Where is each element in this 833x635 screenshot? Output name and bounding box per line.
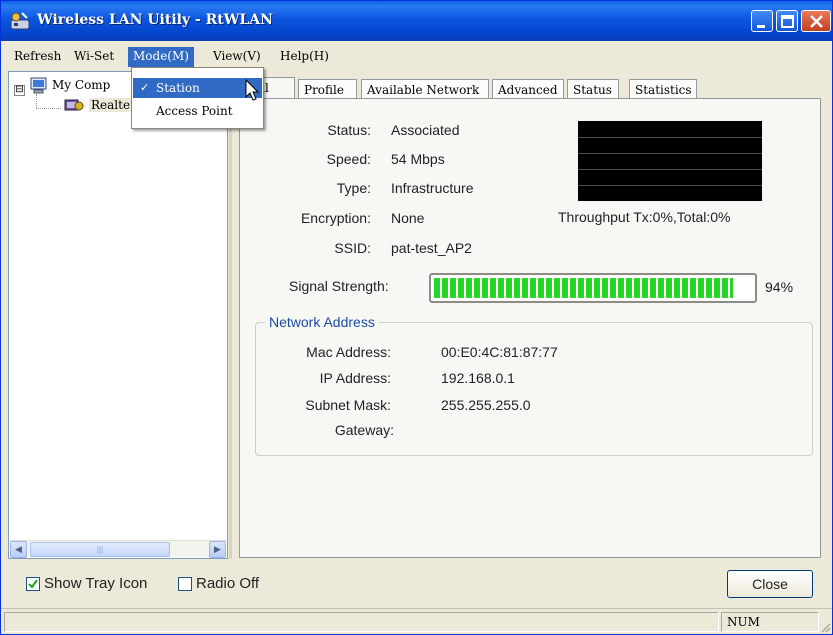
tree-node-my-computer[interactable]: My Comp xyxy=(52,78,110,92)
tab-available-network[interactable]: Available Network xyxy=(361,79,489,100)
mac-address-label: Mac Address: xyxy=(306,344,391,360)
ssid-value: pat-test_AP2 xyxy=(391,240,472,256)
throughput-caption: Throughput Tx:0%,Total:0% xyxy=(558,209,731,225)
title-bar[interactable]: Wireless LAN Uitily - RtWLAN xyxy=(1,1,832,41)
show-tray-icon-label[interactable]: Show Tray Icon xyxy=(44,575,147,592)
pane-splitter[interactable] xyxy=(229,71,232,559)
ssid-label: SSID: xyxy=(334,240,371,256)
check-icon: ✓ xyxy=(140,81,150,94)
tab-status[interactable]: Status xyxy=(567,79,619,100)
menu-item-station-label: Station xyxy=(156,81,200,95)
resize-grip-icon[interactable] xyxy=(819,621,831,633)
status-label: Status: xyxy=(327,122,371,138)
radio-off-label[interactable]: Radio Off xyxy=(196,575,259,592)
status-pane-main xyxy=(4,612,719,632)
network-adapter-icon xyxy=(64,99,84,111)
menu-item-station[interactable]: ✓ Station xyxy=(133,78,262,98)
close-window-button[interactable] xyxy=(801,10,831,32)
graph-gridline xyxy=(578,169,762,170)
main-window: Wireless LAN Uitily - RtWLAN Refresh Wi-… xyxy=(0,0,833,635)
menu-bar: Refresh Wi-Set Mode(M) View(V) Help(H) xyxy=(1,43,832,68)
graph-gridline xyxy=(578,137,762,138)
tree-connector-line xyxy=(36,108,61,109)
network-address-legend: Network Address xyxy=(265,314,379,330)
tree-expander-icon[interactable]: ⊟ xyxy=(14,85,25,96)
maximize-button[interactable] xyxy=(776,10,798,32)
tab-profile[interactable]: Profile xyxy=(298,79,357,100)
signal-strength-label: Signal Strength: xyxy=(289,278,389,294)
close-icon xyxy=(810,15,823,28)
computer-icon xyxy=(30,77,47,94)
type-value: Infrastructure xyxy=(391,180,474,196)
mac-address-value: 00:E0:4C:81:87:77 xyxy=(441,344,558,360)
minimize-button[interactable] xyxy=(751,10,773,32)
menu-view[interactable]: View(V) xyxy=(208,47,266,67)
graph-gridline xyxy=(578,153,762,154)
close-button[interactable]: Close xyxy=(727,570,813,598)
tree-connector-line xyxy=(36,94,37,108)
checkmark-icon xyxy=(28,579,38,589)
mouse-cursor-icon xyxy=(245,79,260,101)
gateway-label: Gateway: xyxy=(334,422,394,438)
minimize-icon xyxy=(757,25,765,28)
subnet-mask-label: Subnet Mask: xyxy=(305,397,391,413)
tab-advanced[interactable]: Advanced xyxy=(492,79,564,100)
tree-node-realtek[interactable]: Realte xyxy=(89,98,133,112)
scroll-thumb[interactable]: ||| xyxy=(30,542,170,557)
maximize-icon xyxy=(781,15,794,28)
menu-refresh[interactable]: Refresh xyxy=(9,47,66,67)
tree-horizontal-scrollbar[interactable]: ◀ ||| ▶ xyxy=(10,540,226,558)
encryption-label: Encryption: xyxy=(300,210,371,226)
num-lock-indicator: NUM xyxy=(727,615,760,629)
wireless-app-icon xyxy=(10,12,30,30)
ip-address-value: 192.168.0.1 xyxy=(441,370,515,386)
signal-strength-bar xyxy=(429,273,757,303)
show-tray-icon-checkbox[interactable] xyxy=(26,577,40,591)
menu-help[interactable]: Help(H) xyxy=(275,47,334,67)
encryption-value: None xyxy=(391,210,425,226)
speed-label: Speed: xyxy=(326,151,371,167)
device-tree[interactable]: ⊟ My Comp Realte ◀ ||| ▶ xyxy=(8,71,228,559)
radio-off-checkbox[interactable] xyxy=(178,577,192,591)
type-label: Type: xyxy=(336,180,371,196)
signal-strength-fill xyxy=(434,278,733,298)
tab-statistics[interactable]: Statistics xyxy=(629,79,697,100)
graph-gridline xyxy=(578,185,762,186)
status-bar: NUM xyxy=(1,608,832,634)
menu-item-access-point[interactable]: Access Point xyxy=(133,101,262,121)
speed-value: 54 Mbps xyxy=(391,151,445,167)
window-title: Wireless LAN Uitily - RtWLAN xyxy=(37,12,273,28)
signal-strength-percent: 94% xyxy=(765,279,794,295)
status-value: Associated xyxy=(391,122,460,138)
ip-address-label: IP Address: xyxy=(319,370,391,386)
menu-item-access-point-label: Access Point xyxy=(156,104,233,118)
throughput-graph xyxy=(578,121,762,201)
menu-wi-set[interactable]: Wi-Set xyxy=(69,47,119,67)
scroll-left-icon[interactable]: ◀ xyxy=(10,541,27,558)
menu-mode[interactable]: Mode(M) xyxy=(128,47,194,67)
subnet-mask-value: 255.255.255.0 xyxy=(441,397,531,413)
scroll-right-icon[interactable]: ▶ xyxy=(209,541,226,558)
